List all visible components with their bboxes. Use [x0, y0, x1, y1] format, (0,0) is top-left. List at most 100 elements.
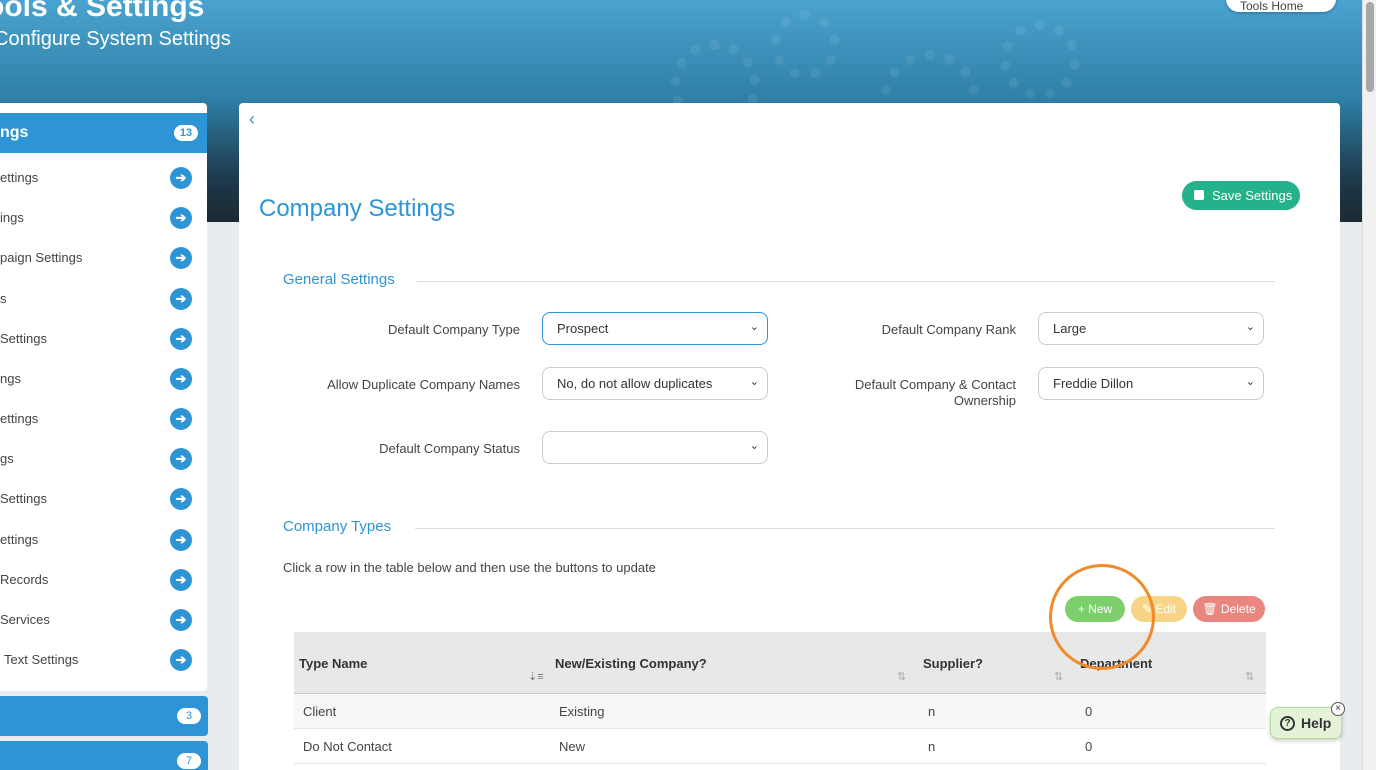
- arrow-right-icon[interactable]: ➔: [170, 649, 192, 671]
- help-label: Help: [1301, 715, 1332, 731]
- arrow-right-icon[interactable]: ➔: [170, 448, 192, 470]
- arrow-right-icon[interactable]: ➔: [170, 368, 192, 390]
- sidebar-item[interactable]: ings ➔: [0, 198, 207, 238]
- arrow-right-icon[interactable]: ➔: [170, 247, 192, 269]
- arrow-right-icon[interactable]: ➔: [170, 167, 192, 189]
- gear-decoration: [770, 10, 840, 80]
- sort-icon[interactable]: ⇅: [1054, 670, 1063, 683]
- save-icon: [1194, 190, 1204, 200]
- sidebar-item[interactable]: Settings ➔: [0, 479, 207, 519]
- arrow-right-icon[interactable]: ➔: [170, 408, 192, 430]
- column-header-new-existing[interactable]: New/Existing Company?: [555, 656, 707, 671]
- chevron-left-icon[interactable]: ‹: [249, 109, 255, 130]
- chevron-down-icon: ⌄: [749, 440, 759, 452]
- save-settings-button[interactable]: Save Settings: [1182, 181, 1300, 210]
- page-title: Company Settings: [259, 195, 456, 222]
- cell-supplier: n: [928, 704, 936, 719]
- table-row[interactable]: Do Not Contact New n 0: [294, 729, 1266, 764]
- arrow-right-icon[interactable]: ➔: [170, 529, 192, 551]
- company-rank-value: Large: [1053, 321, 1087, 336]
- sidebar-item-label: ettings: [0, 532, 39, 547]
- arrow-right-icon[interactable]: ➔: [170, 488, 192, 510]
- settings-sidebar: ngs 13 ettings ➔ ings ➔ paign Settings ➔ s ➔…: [0, 103, 207, 691]
- sidebar-item[interactable]: Services ➔: [0, 600, 207, 640]
- company-status-label: Default Company Status: [379, 441, 520, 456]
- duplicates-value: No, do not allow duplicates: [557, 376, 713, 391]
- sidebar-item-label: ettings: [0, 411, 39, 426]
- sidebar-item[interactable]: ettings ➔: [0, 399, 207, 439]
- sidebar-item-label: Text Settings: [4, 652, 79, 667]
- sidebar-section-header[interactable]: 3: [0, 696, 208, 736]
- sort-icon[interactable]: ⇅: [1245, 670, 1254, 683]
- sort-icon[interactable]: ⇣≡: [528, 670, 544, 683]
- sidebar-item[interactable]: ettings ➔: [0, 158, 207, 198]
- gear-decoration: [1000, 20, 1080, 100]
- sidebar-item-label: ngs: [0, 371, 21, 386]
- arrow-right-icon[interactable]: ➔: [170, 207, 192, 229]
- tools-home-button[interactable]: Tools Home: [1226, 0, 1336, 13]
- sidebar-item[interactable]: Records ➔: [0, 560, 207, 600]
- sidebar-section-label: ngs: [0, 124, 29, 141]
- instruction-text: Click a row in the table below and then …: [283, 560, 656, 575]
- company-rank-select[interactable]: Large ⌄: [1038, 312, 1264, 345]
- chevron-down-icon: ⌄: [1245, 376, 1255, 388]
- company-type-label: Default Company Type: [388, 322, 520, 337]
- arrow-right-icon[interactable]: ➔: [170, 609, 192, 631]
- sidebar-item-label: paign Settings: [0, 250, 83, 265]
- delete-button[interactable]: 🗑 Delete: [1193, 596, 1265, 622]
- sidebar-item[interactable]: Settings ➔: [0, 319, 207, 359]
- cell-type-name: Do Not Contact: [303, 739, 392, 754]
- arrow-right-icon[interactable]: ➔: [170, 288, 192, 310]
- company-types-heading: Company Types: [283, 518, 392, 535]
- sidebar-item[interactable]: ettings ➔: [0, 520, 207, 560]
- sidebar-section-header[interactable]: ngs 13: [0, 113, 207, 153]
- divider: [415, 528, 1275, 529]
- cell-new-existing: New: [559, 739, 586, 754]
- sidebar-item-label: Services: [0, 612, 50, 627]
- sidebar-item[interactable]: s ➔: [0, 279, 207, 319]
- highlight-circle: [1049, 564, 1155, 670]
- arrow-right-icon[interactable]: ➔: [170, 569, 192, 591]
- company-rank-label: Default Company Rank: [881, 322, 1016, 337]
- company-type-value: Prospect: [557, 321, 609, 336]
- sidebar-item-label: ettings: [0, 170, 39, 185]
- company-type-select[interactable]: Prospect ⌄: [542, 312, 768, 345]
- column-header-supplier[interactable]: Supplier?: [923, 656, 983, 671]
- page-scrollbar[interactable]: [1362, 0, 1376, 770]
- cell-new-existing: Existing: [559, 704, 605, 719]
- sidebar-item-label: Records: [0, 572, 49, 587]
- sidebar-item[interactable]: gs ➔: [0, 439, 207, 479]
- sort-icon[interactable]: ⇅: [897, 670, 906, 683]
- duplicates-select[interactable]: No, do not allow duplicates ⌄: [542, 367, 768, 400]
- sidebar-section-header[interactable]: 7: [0, 741, 208, 770]
- sidebar-item[interactable]: ngs ➔: [0, 359, 207, 399]
- cell-department: 0: [1085, 704, 1093, 719]
- column-header-type-name[interactable]: Type Name: [299, 656, 367, 671]
- ownership-label: Default Company & Contact Ownership: [854, 377, 1016, 408]
- sidebar-item-label: s: [0, 291, 7, 306]
- ownership-value: Freddie Dillon: [1053, 376, 1134, 391]
- save-settings-label: Save Settings: [1212, 188, 1293, 203]
- question-icon: ?: [1280, 716, 1295, 731]
- count-badge: 7: [177, 753, 201, 769]
- cell-supplier: n: [928, 739, 936, 754]
- close-icon[interactable]: ×: [1331, 702, 1345, 716]
- divider: [417, 281, 1275, 282]
- tools-home-label: Tools Home: [1240, 0, 1304, 13]
- sidebar-item-label: ings: [0, 210, 24, 225]
- duplicates-label: Allow Duplicate Company Names: [327, 377, 520, 392]
- general-settings-heading: General Settings: [283, 271, 395, 288]
- table-row[interactable]: Client Existing n 0: [294, 694, 1266, 729]
- ownership-select[interactable]: Freddie Dillon ⌄: [1038, 367, 1264, 400]
- scrollbar-thumb[interactable]: [1366, 2, 1374, 92]
- count-badge: 3: [177, 708, 201, 724]
- sidebar-item-label: Settings: [0, 491, 47, 506]
- sidebar-item[interactable]: paign Settings ➔: [0, 238, 207, 278]
- page-subheading: Configure System Settings: [0, 28, 231, 50]
- arrow-right-icon[interactable]: ➔: [170, 328, 192, 350]
- sidebar-item[interactable]: Text Settings ➔: [0, 640, 207, 680]
- cell-type-name: Client: [303, 704, 337, 719]
- cell-department: 0: [1085, 739, 1093, 754]
- company-status-select[interactable]: ⌄: [542, 431, 768, 464]
- chevron-down-icon: ⌄: [1245, 321, 1255, 333]
